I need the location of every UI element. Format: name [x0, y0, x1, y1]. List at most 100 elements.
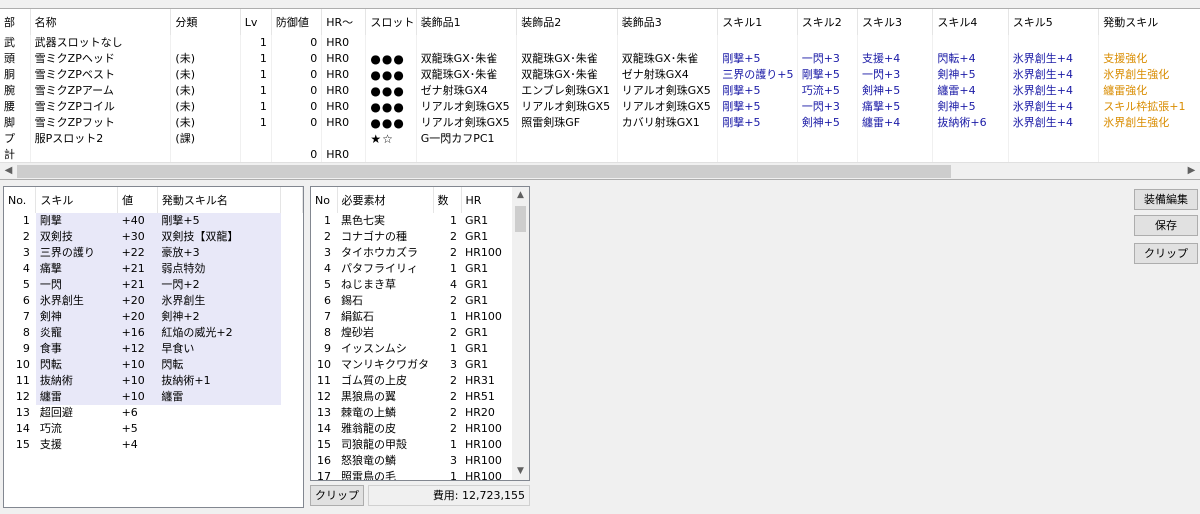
material-row[interactable]: 11 ゴム質の上皮 2 HR31 — [311, 373, 519, 389]
skill-row[interactable]: 13 超回避 +6 — [4, 405, 303, 421]
skill-row[interactable]: 9 食事 +12 早食い — [4, 341, 303, 357]
skill-value: +30 — [117, 229, 158, 245]
col-header-category[interactable]: 分類 — [170, 9, 241, 35]
material-row[interactable]: 5 ねじまき草 4 GR1 — [311, 277, 519, 293]
material-name: 雅翁龍の皮 — [341, 422, 396, 435]
skill-row[interactable]: 3 三界の護り +22 豪放+3 — [4, 245, 303, 261]
skill-row[interactable]: 15 支援 +4 — [4, 437, 303, 453]
material-row[interactable]: 1 黒色七実 1 GR1 — [311, 213, 519, 229]
equipment-row[interactable]: プ服Pスロット2 (課) ★☆ G一閃カフPC1 — [0, 131, 1200, 147]
vertical-scroll-thumb[interactable] — [515, 206, 526, 232]
col-header-level[interactable]: Lv — [240, 9, 272, 35]
material-hr: HR31 — [465, 374, 495, 387]
scroll-down-icon[interactable]: ▼ — [512, 463, 529, 480]
skill-filler — [281, 293, 303, 309]
skill-row[interactable]: 6 氷界創生 +20 氷界創生 — [4, 293, 303, 309]
material-row[interactable]: 2 コナゴナの種 2 GR1 — [311, 229, 519, 245]
scroll-left-icon[interactable]: ◀ — [0, 163, 17, 180]
skill-no: 8 — [22, 326, 30, 339]
col-header-deco2[interactable]: 装飾品2 — [516, 9, 618, 35]
equip-cell-skill2: 一閃+3 — [797, 99, 859, 115]
skill-value: +21 — [117, 277, 158, 293]
col-header-slot[interactable]: スロット — [365, 9, 417, 35]
skill-row[interactable]: 11 抜納術 +10 抜納術+1 — [4, 373, 303, 389]
mats-col-no[interactable]: No — [311, 187, 338, 213]
material-row[interactable]: 12 黒狼鳥の翼 2 HR51 — [311, 389, 519, 405]
equipment-row[interactable]: 武武器スロットなし 1 0 HR0 — [0, 35, 1200, 51]
skills-col-activated[interactable]: 発動スキル名 — [157, 187, 282, 213]
equipment-row[interactable]: 脚雪ミクZPフット (未) 1 0 HR0 ●●● リアルオ剣珠GX5 照雷剣珠GF カバリ射珠… — [0, 115, 1200, 131]
equip-cell-activated — [1098, 131, 1200, 147]
skill-name: 双剣技 — [35, 229, 118, 245]
skill-row[interactable]: 2 双剣技 +30 双剣技【双龍】 — [4, 229, 303, 245]
scroll-up-icon[interactable]: ▲ — [512, 187, 529, 204]
col-header-deco3[interactable]: 装飾品3 — [617, 9, 719, 35]
skill-row[interactable]: 12 纏雷 +10 纏雷 — [4, 389, 303, 405]
material-row[interactable]: 8 煌砂岩 2 GR1 — [311, 325, 519, 341]
skill-row[interactable]: 4 痛撃 +21 弱点特効 — [4, 261, 303, 277]
material-row[interactable]: 15 司狼龍の甲殻 1 HR100 — [311, 437, 519, 453]
col-header-deco1[interactable]: 装飾品1 — [416, 9, 518, 35]
equipment-row[interactable]: 計 0 HR0 — [0, 147, 1200, 163]
material-row[interactable]: 16 怒狼竜の鱗 3 HR100 — [311, 453, 519, 469]
skills-col-skill[interactable]: スキル — [35, 187, 119, 213]
skill-row[interactable]: 1 剛撃 +40 剛撃+5 — [4, 213, 303, 229]
equip-cell-skill3 — [857, 147, 934, 163]
col-header-skill5[interactable]: スキル5 — [1008, 9, 1100, 35]
equip-cell-hr: HR0 — [321, 51, 367, 67]
material-no: 2 — [324, 230, 331, 243]
skill-name: 痛撃 — [35, 261, 118, 277]
col-header-defense[interactable]: 防御値 — [271, 9, 323, 35]
equipment-row[interactable]: 腰雪ミクZPコイル (未) 1 0 HR0 ●●● リアルオ剣珠GX5 リアルオ剣珠GX5 リア… — [0, 99, 1200, 115]
equipment-row[interactable]: 胴雪ミクZPベスト (未) 1 0 HR0 ●●● 双龍珠GX･朱雀 双龍珠GX･朱雀 ゼナ射珠… — [0, 67, 1200, 83]
equipment-row[interactable]: 腕雪ミクZPアーム (未) 1 0 HR0 ●●● ゼナ射珠GX4 エンブレ剣珠GX1 リアルオ… — [0, 83, 1200, 99]
clip-button[interactable]: クリップ — [1134, 243, 1198, 264]
equip-cell-skill1 — [717, 147, 798, 163]
clip-materials-button[interactable]: クリップ — [310, 485, 364, 506]
material-row[interactable]: 9 イッスンムシ 1 GR1 — [311, 341, 519, 357]
horizontal-scroll-thumb[interactable] — [17, 165, 951, 178]
vertical-scrollbar[interactable]: ▲ ▼ — [512, 187, 529, 480]
equip-cell-deco1 — [416, 35, 518, 51]
mats-col-hr[interactable]: HR — [461, 187, 520, 213]
col-header-skill3[interactable]: スキル3 — [857, 9, 934, 35]
scroll-right-icon[interactable]: ▶ — [1183, 163, 1200, 180]
material-name: ねじまき草 — [341, 278, 396, 291]
material-hr: HR100 — [465, 310, 502, 323]
equipment-row[interactable]: 頭雪ミクZPヘッド (未) 1 0 HR0 ●●● 双龍珠GX･朱雀 双龍珠GX･朱雀 双龍珠G… — [0, 51, 1200, 67]
edit-equipment-button[interactable]: 装備編集 — [1134, 189, 1198, 210]
skill-row[interactable]: 7 剣神 +20 剣神+2 — [4, 309, 303, 325]
skill-row[interactable]: 10 閃転 +10 閃転 — [4, 357, 303, 373]
material-qty: 2 — [450, 374, 457, 387]
horizontal-scrollbar[interactable]: ◀ ▶ — [0, 162, 1200, 179]
skill-row[interactable]: 5 一閃 +21 一閃+2 — [4, 277, 303, 293]
skills-col-no[interactable]: No. — [4, 187, 37, 213]
skill-activated — [157, 405, 280, 421]
col-header-name[interactable]: 名称 — [30, 9, 172, 35]
col-header-skill1[interactable]: スキル1 — [717, 9, 798, 35]
material-row[interactable]: 6 錫石 2 GR1 — [311, 293, 519, 309]
skills-col-value[interactable]: 値 — [117, 187, 158, 213]
material-row[interactable]: 3 タイホウカズラ 2 HR100 — [311, 245, 519, 261]
material-row[interactable]: 4 パタフライリィ 1 GR1 — [311, 261, 519, 277]
col-header-skill2[interactable]: スキル2 — [797, 9, 859, 35]
material-row[interactable]: 10 マンリキクワガタ 3 GR1 — [311, 357, 519, 373]
mats-col-material[interactable]: 必要素材 — [337, 187, 434, 213]
col-header-hr[interactable]: HR〜 — [321, 9, 367, 35]
material-no: 15 — [317, 438, 331, 451]
material-row[interactable]: 7 絹鉱石 1 HR100 — [311, 309, 519, 325]
equip-cell-slot — [365, 35, 417, 51]
material-row[interactable]: 14 雅翁龍の皮 2 HR100 — [311, 421, 519, 437]
material-hr: HR100 — [465, 454, 502, 467]
save-button[interactable]: 保存 — [1134, 215, 1198, 236]
col-header-part[interactable]: 部 — [0, 9, 31, 35]
equip-cell-deco2 — [516, 147, 618, 163]
material-row[interactable]: 13 棘竜の上鱗 2 HR20 — [311, 405, 519, 421]
skill-row[interactable]: 8 炎寵 +16 紅焔の威光+2 — [4, 325, 303, 341]
material-row[interactable]: 17 照雷鳥の毛 1 HR100 — [311, 469, 519, 480]
skill-row[interactable]: 14 巧流 +5 — [4, 421, 303, 437]
mats-col-qty[interactable]: 数 — [433, 187, 462, 213]
material-no: 12 — [317, 390, 331, 403]
col-header-skill4[interactable]: スキル4 — [932, 9, 1009, 35]
col-header-activated[interactable]: 発動スキル — [1098, 9, 1200, 35]
